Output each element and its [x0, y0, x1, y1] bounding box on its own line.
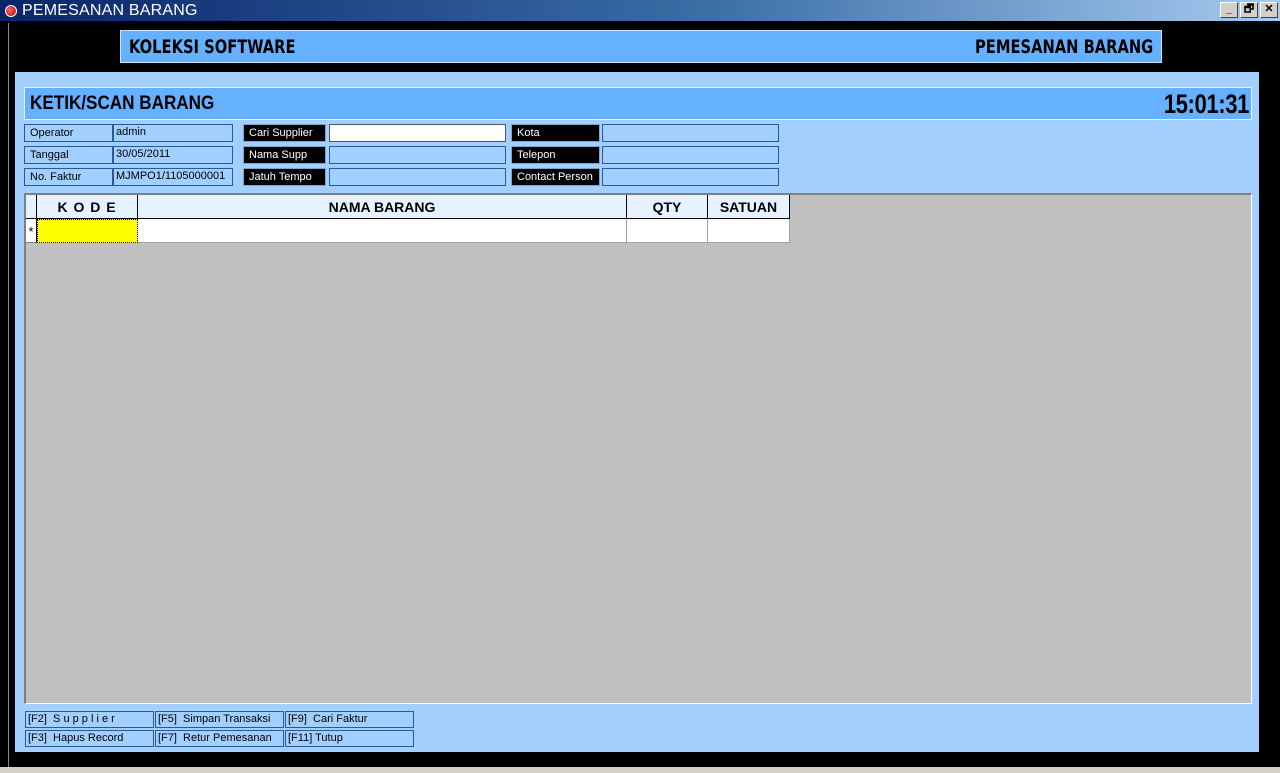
items-grid[interactable]: K O D E NAMA BARANG QTY SATUAN * [24, 193, 1252, 704]
column-header-qty[interactable]: QTY [627, 195, 708, 219]
main-panel: KETIK/SCAN BARANG 15:01:31 Operator admi… [15, 72, 1259, 752]
jatuh-tempo-label: Jatuh Tempo [243, 168, 326, 186]
telepon-label: Telepon [511, 146, 600, 164]
window-title-bar[interactable]: PEMESANAN BARANG _ 🗗 ✕ [0, 0, 1280, 21]
window-controls: _ 🗗 ✕ [1220, 2, 1278, 18]
column-header-satuan[interactable]: SATUAN [708, 195, 790, 219]
app-logo-icon[interactable] [2, 4, 20, 18]
grid-corner [26, 195, 37, 219]
hapus-record-button[interactable]: [F3] Hapus Record [25, 730, 154, 747]
telepon-field[interactable] [602, 146, 779, 164]
tutup-button[interactable]: [F11] Tutup [285, 730, 414, 747]
banner-module: PEMESANAN BARANG [974, 35, 1153, 58]
qty-cell[interactable] [627, 219, 708, 243]
retur-pemesanan-button[interactable]: [F7] Retur Pemesanan [155, 730, 284, 747]
cari-supplier-label: Cari Supplier [243, 124, 326, 142]
kota-label: Kota [511, 124, 600, 142]
operator-value: admin [113, 124, 233, 142]
tanggal-label: Tanggal [24, 146, 113, 164]
faktur-value: MJMPO1/1105000001 [113, 168, 233, 186]
section-title: KETIK/SCAN BARANG [30, 93, 215, 114]
nama-barang-cell[interactable] [138, 219, 627, 243]
contact-person-label: Contact Person [511, 168, 600, 186]
supplier-button[interactable]: [F2] S u p p l i e r [25, 711, 154, 728]
bottom-border [0, 767, 1280, 773]
minimize-icon[interactable]: _ [1220, 2, 1238, 18]
column-header-nama-barang[interactable]: NAMA BARANG [138, 195, 627, 219]
app-banner: KOLEKSI SOFTWARE PEMESANAN BARANG [120, 30, 1162, 63]
kota-field[interactable] [602, 124, 779, 142]
simpan-transaksi-button[interactable]: [F5] Simpan Transaksi [155, 711, 284, 728]
kode-cell[interactable] [37, 219, 138, 243]
nama-supp-label: Nama Supp [243, 146, 326, 164]
column-header-kode[interactable]: K O D E [37, 195, 138, 219]
satuan-cell[interactable] [708, 219, 790, 243]
new-row-selector[interactable]: * [26, 219, 37, 243]
contact-person-field[interactable] [602, 168, 779, 186]
operator-label: Operator [24, 124, 113, 142]
window-title: PEMESANAN BARANG [22, 1, 198, 19]
banner-company: KOLEKSI SOFTWARE [129, 35, 296, 58]
nama-supp-field[interactable] [329, 146, 506, 164]
jatuh-tempo-field[interactable] [329, 168, 506, 186]
clock: 15:01:31 [1163, 89, 1250, 119]
restore-icon[interactable]: 🗗 [1240, 2, 1258, 18]
faktur-label: No. Faktur [24, 168, 113, 186]
section-header: KETIK/SCAN BARANG 15:01:31 [24, 87, 1252, 120]
tanggal-value: 30/05/2011 [113, 146, 233, 164]
cari-faktur-button[interactable]: [F9] Cari Faktur [285, 711, 414, 728]
close-icon[interactable]: ✕ [1260, 2, 1278, 18]
cari-supplier-input[interactable] [329, 124, 506, 142]
